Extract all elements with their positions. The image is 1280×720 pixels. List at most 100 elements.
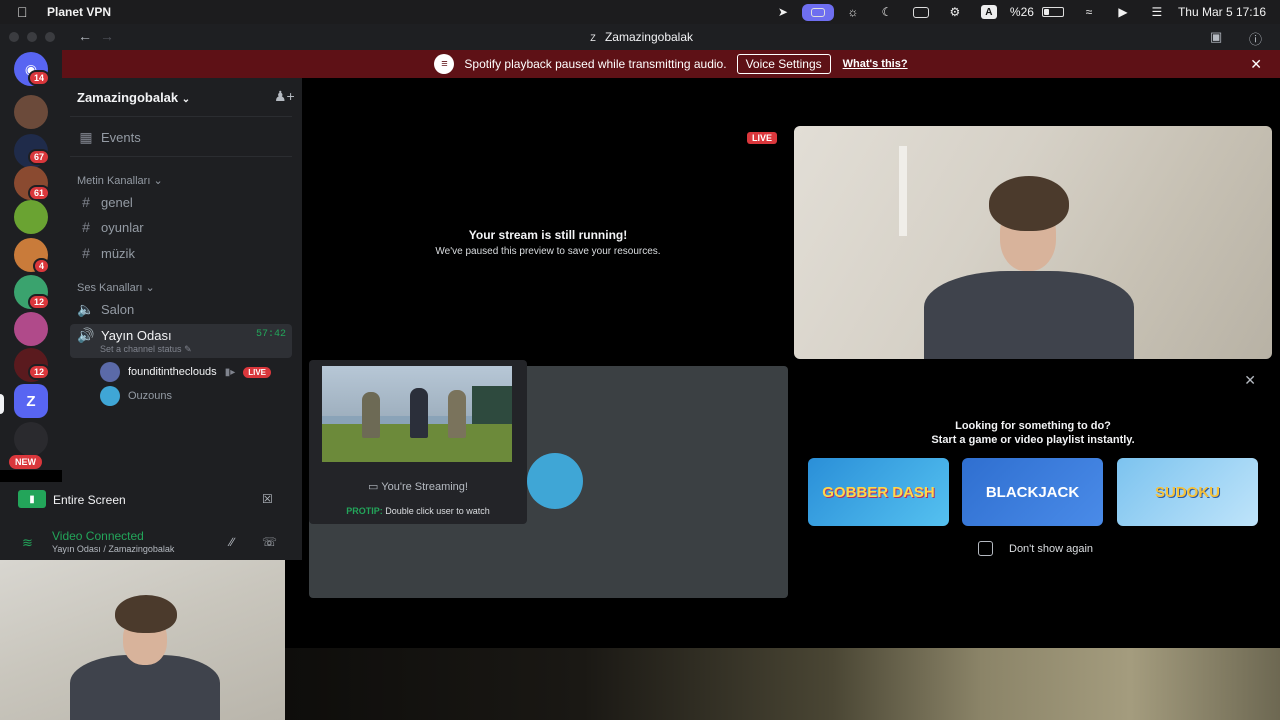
moon-icon[interactable]: ☾ (870, 0, 904, 24)
screen-icon: ▮ (18, 490, 46, 508)
window-title: Z Zamazingobalak (590, 30, 694, 44)
planet-icon[interactable]: ☼ (836, 0, 870, 24)
activity-card-gobber-dash[interactable]: GOBBER DASH (808, 458, 949, 526)
dont-show-again[interactable]: Don't show again (978, 541, 1093, 556)
avatar[interactable] (527, 453, 583, 509)
noise-suppression-icon[interactable]: ∕∕ (230, 535, 234, 549)
camera-icon: ▮▸ (224, 366, 236, 378)
control-center-icon[interactable]: ☰ (1140, 0, 1174, 24)
webcam-tile[interactable] (794, 126, 1272, 359)
voice-user-row[interactable]: Ouzouns (100, 386, 172, 406)
home-badge: 14 (28, 70, 51, 86)
channel-genel[interactable]: # genel (77, 194, 133, 210)
window-titlebar: ← → Z Zamazingobalak ▣ ⓘ (0, 24, 1280, 50)
server-icon[interactable] (14, 200, 48, 234)
activity-suggestions: ✕ Looking for something to do? Start a g… (794, 366, 1272, 598)
connection-location[interactable]: Yayın Odası / Zamazingobalak (52, 544, 174, 554)
screen-share-icon[interactable] (801, 3, 834, 21)
screen-icon: ▭ (368, 481, 379, 493)
selected-server-indicator (0, 394, 4, 414)
divider (70, 156, 292, 157)
voice-settings-button[interactable]: Voice Settings (736, 54, 831, 74)
pencil-icon: ✎ (184, 344, 192, 354)
apple-icon[interactable]:  (17, 4, 31, 20)
server-badge: 4 (33, 258, 51, 274)
camera-feed (0, 560, 285, 720)
camera-feed (794, 126, 1272, 359)
avatar (100, 386, 120, 406)
person-figure (70, 595, 220, 720)
events-item[interactable]: ▦ Events (77, 129, 140, 146)
server-icon[interactable] (14, 95, 48, 129)
activity-card-sudoku[interactable]: SUDOKU (1117, 458, 1258, 526)
new-badge: NEW (9, 455, 42, 469)
activity-card-blackjack[interactable]: BLACKJACK (962, 458, 1103, 526)
signal-icon[interactable]: ≋ (22, 535, 33, 551)
connection-status[interactable]: Video Connected (52, 529, 144, 543)
app-menu-name[interactable]: Planet VPN (47, 5, 111, 19)
channel-muzik[interactable]: # müzik (77, 245, 135, 261)
protip: PROTIP: Double click user to watch (346, 506, 490, 516)
text-category[interactable]: Metin Kanalları ⌄ (77, 174, 163, 187)
display-icon[interactable] (904, 0, 938, 24)
set-channel-status[interactable]: Set a channel status ✎ (100, 344, 192, 355)
activity-subheading: Start a game or video playlist instantly… (931, 434, 1135, 446)
help-icon[interactable]: ⓘ (1249, 29, 1262, 48)
server-icon[interactable] (14, 422, 48, 456)
tweaks-icon[interactable]: ⚙ (938, 0, 972, 24)
paused-subtitle: We've paused this preview to save your r… (435, 246, 661, 257)
chevron-down-icon: ⌄ (145, 282, 155, 294)
server-badge: 12 (28, 364, 51, 380)
play-icon[interactable]: ▶ (1106, 0, 1140, 24)
voice-channel-label: 🔊 Yayın Odası (77, 327, 172, 343)
screen-share-panel: ▮ Entire Screen ☒ ≋ Video Connected Yayı… (0, 482, 302, 560)
hash-icon: # (82, 194, 90, 210)
server-badge: 67 (28, 149, 51, 165)
server-zamazingobalak-icon[interactable]: Z (14, 384, 48, 418)
server-icon[interactable] (14, 312, 48, 346)
whats-this-link[interactable]: What's this? (843, 58, 908, 70)
activity-heading: Looking for something to do? (955, 420, 1111, 432)
stream-preview-popup[interactable]: ▭ You're Streaming! PROTIP: Double click… (309, 360, 527, 524)
hash-icon: # (82, 219, 90, 235)
speaker-icon: 🔊 (77, 327, 95, 343)
battery-percent: %26 (1009, 5, 1034, 19)
notice-banner: ≡ Spotify playback paused while transmit… (62, 50, 1280, 78)
chevron-down-icon: ⌄ (181, 94, 191, 105)
close-icon[interactable]: ✕ (1250, 56, 1262, 73)
hash-icon: # (82, 245, 90, 261)
share-source-title: Entire Screen (53, 493, 126, 507)
channel-oyunlar[interactable]: # oyunlar (77, 219, 144, 235)
server-rail: ◉ 14 67 61 4 12 12 Z NEW (0, 50, 62, 470)
rocket-icon[interactable]: ➤ (766, 0, 800, 24)
calendar-icon: ▦ (79, 129, 93, 145)
dont-show-checkbox[interactable] (978, 541, 993, 556)
close-icon[interactable]: ✕ (1244, 372, 1256, 389)
add-user-icon[interactable]: ♟+ (274, 88, 295, 105)
server-name-header[interactable]: Zamazingobalak ⌄ (77, 90, 190, 105)
battery-icon[interactable] (1041, 7, 1064, 17)
channel-sidebar: Zamazingobalak ⌄ ♟+ ▦ Events Metin Kanall… (62, 78, 302, 482)
stream-thumbnail[interactable] (322, 366, 512, 462)
live-badge: LIVE (243, 366, 271, 378)
stage-area: LIVE Your stream is still running! We've… (302, 78, 1280, 648)
voice-user-row[interactable]: founditintheclouds ▮▸ LIVE (100, 362, 271, 382)
inbox-icon[interactable]: ▣ (1210, 29, 1222, 45)
voice-channel-salon[interactable]: 🔈 Salon (77, 301, 134, 318)
stop-share-icon[interactable]: ☒ (262, 492, 273, 506)
input-source-icon[interactable]: A (972, 0, 1006, 24)
clock[interactable]: Thu Mar 5 17:16 (1174, 5, 1270, 19)
banner-message: Spotify playback paused while transmitti… (464, 57, 727, 71)
streaming-label: ▭ You're Streaming! (368, 481, 468, 493)
person-figure (924, 171, 1134, 359)
desktop-wallpaper (285, 648, 1280, 720)
wifi-icon[interactable]: ≈ (1072, 0, 1106, 24)
status-menus: ➤ ☼ ☾ ⚙ A %26 ≈ ▶ ☰ Thu Mar 5 17:16 (766, 0, 1270, 24)
self-camera-preview[interactable] (0, 560, 285, 720)
speaker-icon: 🔈 (77, 301, 95, 317)
server-badge: 61 (28, 185, 51, 201)
divider (70, 116, 292, 117)
paused-title: Your stream is still running! (468, 228, 628, 242)
disconnect-icon[interactable]: ☏ (262, 535, 277, 549)
voice-category[interactable]: Ses Kanalları ⌄ (77, 281, 155, 294)
